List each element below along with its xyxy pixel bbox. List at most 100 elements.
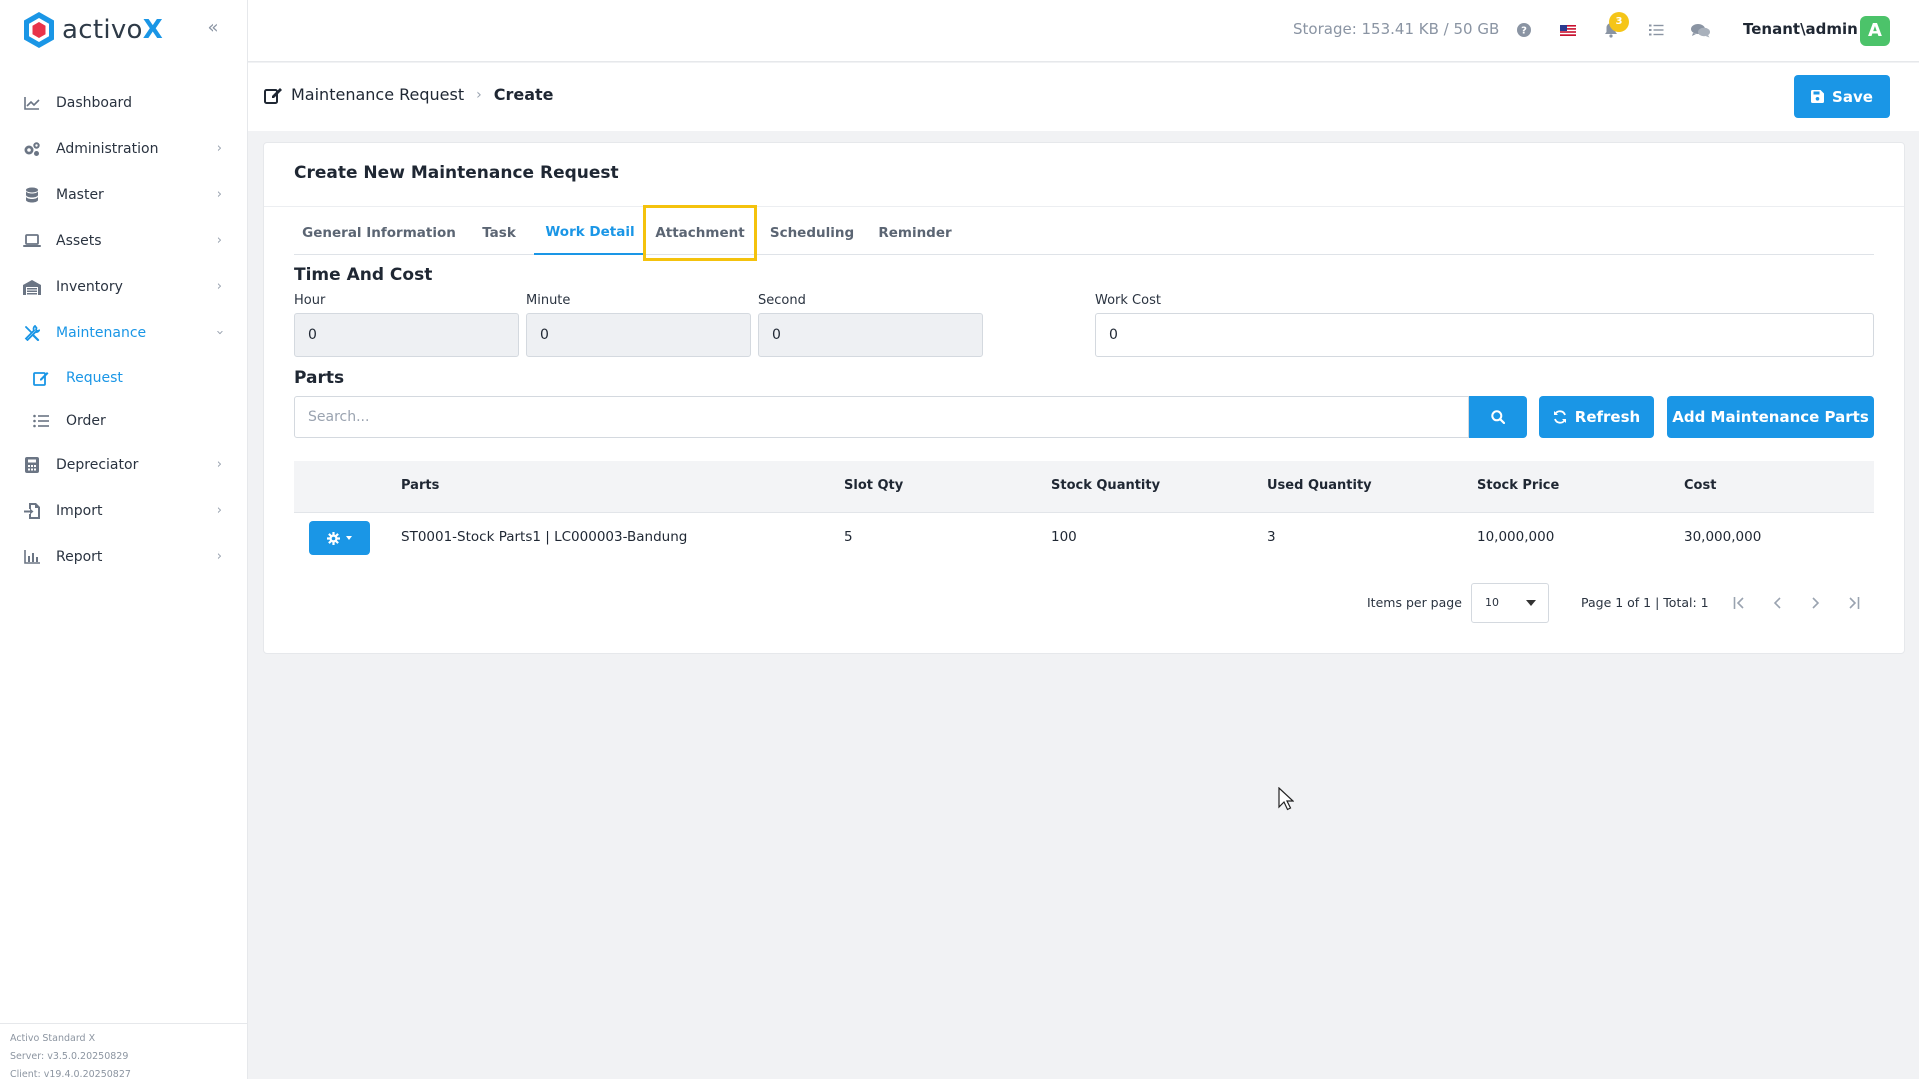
- tab-bar: General Information Task Work Detail Att…: [294, 205, 1874, 261]
- col-used-quantity[interactable]: Used Quantity: [1267, 478, 1372, 493]
- gear-icon: [327, 531, 340, 545]
- help-icon[interactable]: ?: [1514, 20, 1534, 40]
- sidebar-item-dashboard[interactable]: Dashboard: [0, 80, 248, 126]
- sidebar-item-report[interactable]: Report ›: [0, 534, 248, 580]
- divider: [264, 206, 1904, 207]
- sidebar-item-maintenance[interactable]: Maintenance ›: [0, 310, 248, 356]
- tab-scheduling[interactable]: Scheduling: [757, 211, 867, 255]
- sidebar-item-label: Inventory: [56, 279, 123, 295]
- chevron-right-icon: ›: [216, 187, 222, 202]
- sidebar-item-label: Depreciator: [56, 457, 139, 473]
- refresh-button[interactable]: Refresh: [1539, 396, 1654, 438]
- tab-reminder[interactable]: Reminder: [867, 211, 963, 255]
- col-cost[interactable]: Cost: [1684, 478, 1716, 493]
- second-label: Second: [758, 293, 806, 308]
- chart-line-icon: [22, 93, 42, 113]
- first-page-icon[interactable]: [1730, 593, 1750, 613]
- sidebar-item-label: Report: [56, 549, 103, 565]
- breadcrumb-parent[interactable]: Maintenance Request: [291, 85, 464, 104]
- chart-bar-icon: [22, 547, 42, 567]
- paginator: Items per page 10 Page 1 of 1 | Total: 1: [294, 583, 1874, 623]
- sidebar-item-assets[interactable]: Assets ›: [0, 218, 248, 264]
- us-flag-icon[interactable]: [1558, 20, 1578, 40]
- hour-label: Hour: [294, 293, 326, 308]
- tab-attachment[interactable]: Attachment: [643, 205, 757, 261]
- time-and-cost-title: Time And Cost: [294, 265, 433, 285]
- tab-task[interactable]: Task: [464, 211, 534, 255]
- previous-page-icon[interactable]: [1768, 593, 1788, 613]
- database-icon: [22, 185, 42, 205]
- chevron-right-icon: ›: [216, 141, 222, 156]
- maintenance-request-card: Create New Maintenance Request General I…: [263, 142, 1905, 654]
- sidebar-item-label: Maintenance: [56, 325, 147, 341]
- breadcrumb-current: Create: [493, 85, 554, 104]
- chevron-right-icon: ›: [476, 86, 482, 103]
- collapse-sidebar-icon[interactable]: «: [203, 18, 223, 38]
- sidebar-item-administration[interactable]: Administration ›: [0, 126, 248, 172]
- sidebar-item-inventory[interactable]: Inventory ›: [0, 264, 248, 310]
- col-parts[interactable]: Parts: [401, 478, 439, 493]
- sidebar-item-label: Dashboard: [56, 95, 132, 111]
- file-import-icon: [22, 501, 42, 521]
- sidebar-item-master[interactable]: Master ›: [0, 172, 248, 218]
- sidebar-subitem-label: Request: [66, 369, 123, 386]
- add-maintenance-parts-button[interactable]: Add Maintenance Parts: [1667, 396, 1874, 438]
- avatar[interactable]: A: [1860, 16, 1890, 46]
- minute-field[interactable]: 0: [526, 313, 751, 357]
- work-cost-field[interactable]: 0: [1095, 313, 1874, 357]
- sidebar-item-label: Administration: [56, 141, 159, 157]
- mouse-pointer-icon: [1278, 786, 1295, 815]
- cell-parts: ST0001-Stock Parts1 | LC000003-Bandung: [401, 529, 688, 545]
- row-actions-button[interactable]: [309, 521, 370, 555]
- last-page-icon[interactable]: [1843, 593, 1863, 613]
- sidebar-item-import[interactable]: Import ›: [0, 488, 248, 534]
- tab-work-detail[interactable]: Work Detail: [534, 211, 646, 255]
- sidebar-item-label: Import: [56, 503, 103, 519]
- cell-stock-quantity: 100: [1051, 529, 1077, 545]
- version-info: Activo Standard X Server: v3.5.0.2025082…: [0, 1023, 248, 1079]
- sidebar-nav: Dashboard Administration › Master › Asse…: [0, 80, 248, 580]
- col-stock-quantity[interactable]: Stock Quantity: [1051, 478, 1160, 493]
- edit-icon: [32, 369, 50, 387]
- parts-search-input[interactable]: Search...: [294, 396, 1469, 438]
- work-cost-label: Work Cost: [1095, 293, 1161, 308]
- caret-down-icon: [1526, 600, 1536, 606]
- next-page-icon[interactable]: [1805, 593, 1825, 613]
- list-icon: [32, 412, 50, 430]
- sidebar-item-label: Master: [56, 187, 104, 203]
- tab-general-information[interactable]: General Information: [294, 211, 464, 255]
- sidebar-item-depreciator[interactable]: Depreciator ›: [0, 442, 248, 488]
- caret-down-icon: [346, 536, 352, 540]
- breadcrumb: Maintenance Request › Create: [264, 85, 554, 104]
- second-field[interactable]: 0: [758, 313, 983, 357]
- cell-used-quantity: 3: [1267, 529, 1276, 545]
- items-per-page-select[interactable]: 10: [1471, 583, 1549, 623]
- storage-usage: Storage: 153.41 KB / 50 GB: [1293, 20, 1500, 38]
- chevron-right-icon: ›: [216, 503, 222, 518]
- sidebar-subitem-order[interactable]: Order: [0, 399, 248, 442]
- warehouse-icon: [22, 277, 42, 297]
- cell-cost: 30,000,000: [1684, 529, 1762, 545]
- refresh-label: Refresh: [1574, 408, 1641, 426]
- cell-stock-price: 10,000,000: [1477, 529, 1555, 545]
- user-name[interactable]: Tenant\admin: [1743, 20, 1858, 38]
- col-slot-qty[interactable]: Slot Qty: [844, 478, 903, 493]
- col-stock-price[interactable]: Stock Price: [1477, 478, 1559, 493]
- topbar: Storage: 153.41 KB / 50 GB ? 3 Tenant\ad…: [248, 0, 1919, 62]
- tools-icon: [22, 323, 42, 343]
- search-button[interactable]: [1469, 396, 1527, 438]
- refresh-icon: [1553, 410, 1567, 424]
- brand-name: activoX: [62, 15, 164, 45]
- brand-logo[interactable]: activoX: [22, 10, 163, 50]
- hour-field[interactable]: 0: [294, 313, 519, 357]
- save-button[interactable]: Save: [1794, 75, 1890, 118]
- chevron-right-icon: ›: [216, 233, 222, 248]
- chevron-right-icon: ›: [216, 549, 222, 564]
- search-icon: [1491, 410, 1505, 424]
- chevron-down-icon: ›: [211, 329, 227, 336]
- sidebar-subitem-request[interactable]: Request: [0, 356, 248, 399]
- sidebar-subitem-label: Order: [66, 412, 106, 429]
- items-per-page-label: Items per page: [1367, 595, 1462, 610]
- tasks-list-icon[interactable]: [1646, 20, 1666, 40]
- chat-icon[interactable]: [1690, 20, 1710, 40]
